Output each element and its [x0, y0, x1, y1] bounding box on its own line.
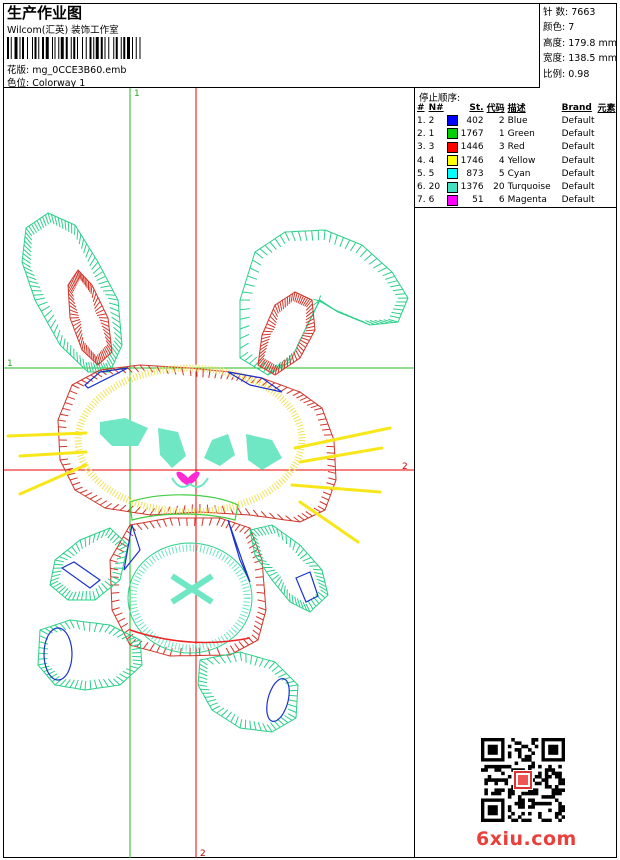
- blue-underlay: [84, 367, 129, 389]
- left-eye-patch: [100, 418, 148, 446]
- whisker: [298, 446, 384, 464]
- collar: [129, 494, 239, 521]
- head-outline-outline: [57, 364, 337, 523]
- right-ear-outer-outline: [239, 229, 409, 376]
- right-leg-stitches: [197, 651, 299, 733]
- bunny-embroidery: [6, 212, 409, 733]
- design-canvas: 1 1 2 2: [4, 88, 414, 859]
- right-paw-pad: [295, 571, 319, 603]
- qr-code: [481, 738, 565, 822]
- right-ear-inner-stitches: [257, 291, 316, 376]
- whisker: [18, 450, 88, 458]
- right-eye-patch: [246, 434, 282, 470]
- watermark-logo: 6xiu.com: [476, 828, 577, 850]
- axis-label-h1: 1: [7, 359, 13, 369]
- left-arm-stitches: [49, 527, 129, 601]
- belly-stitches: [129, 544, 251, 652]
- head-outline-stitches: [57, 364, 337, 523]
- left-ear-inner-stitches: [67, 269, 113, 366]
- axis-label-v2: 2: [200, 849, 206, 859]
- axis-label-h2: 2: [402, 462, 408, 472]
- left-foot-pad: [43, 627, 73, 681]
- whisker: [290, 483, 382, 494]
- right-foot-pad: [266, 677, 290, 723]
- whisker: [293, 426, 392, 450]
- blue-underlay: [227, 519, 251, 583]
- left-paw-pad: [60, 561, 102, 589]
- left-eye: [158, 428, 186, 468]
- whisker: [298, 500, 360, 544]
- whisker: [6, 431, 88, 438]
- right-eye: [204, 434, 235, 466]
- belly-outline: [127, 542, 253, 654]
- axis-label-v1: 1: [134, 89, 140, 99]
